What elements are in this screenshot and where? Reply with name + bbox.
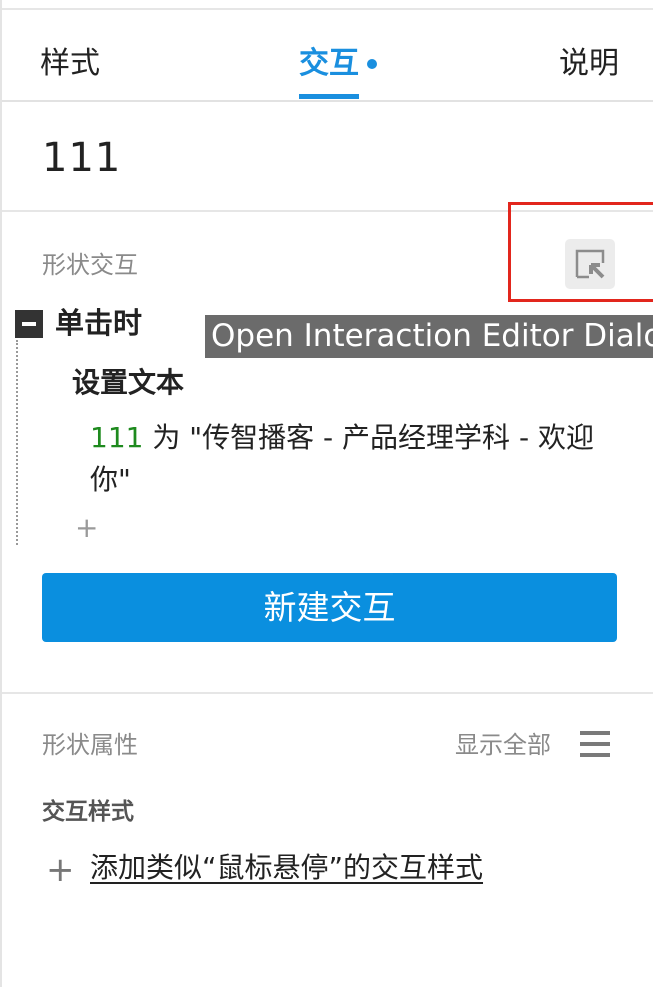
collapse-toggle[interactable] xyxy=(15,310,43,338)
shape-interactions-label: 形状交互 xyxy=(42,251,138,279)
shape-properties-label: 形状属性 xyxy=(42,731,138,759)
action-detail[interactable]: 111 为 "传智播客 - 产品经理学科 - 欢迎你" xyxy=(90,417,610,501)
add-interaction-style-link[interactable]: 添加类似“鼠标悬停”的交互样式 xyxy=(90,850,483,886)
tooltip: Open Interaction Editor Dialog xyxy=(205,315,653,358)
add-style-icon[interactable]: + xyxy=(46,853,75,887)
event-name[interactable]: 单击时 xyxy=(55,305,142,341)
widget-name[interactable]: 111 xyxy=(42,136,121,180)
inspector-tabs: 样式 交互 说明 xyxy=(2,10,653,102)
tab-interactions[interactable]: 交互 xyxy=(299,46,359,82)
add-action-icon[interactable]: + xyxy=(75,512,98,544)
action-target: 111 xyxy=(90,421,144,454)
highlight-annotation xyxy=(508,202,653,302)
tab-active-underline xyxy=(299,94,359,99)
menu-icon[interactable] xyxy=(580,731,610,757)
tab-active-dot xyxy=(367,59,377,69)
action-detail-text: 为 "传智播客 - 产品经理学科 - 欢迎你" xyxy=(90,421,594,496)
inspector-panel: 样式 交互 说明 111 形状交互 单击时 设置文本 111 为 "传智播客 -… xyxy=(0,0,653,987)
new-interaction-button[interactable]: 新建交互 xyxy=(42,573,617,642)
tab-notes[interactable]: 说明 xyxy=(559,46,619,82)
show-all-link[interactable]: 显示全部 xyxy=(455,730,551,760)
event-tree-line xyxy=(16,340,18,545)
tab-style[interactable]: 样式 xyxy=(40,46,100,82)
section-divider-2 xyxy=(2,692,653,694)
action-name[interactable]: 设置文本 xyxy=(72,365,184,401)
interaction-styles-label: 交互样式 xyxy=(42,799,134,825)
